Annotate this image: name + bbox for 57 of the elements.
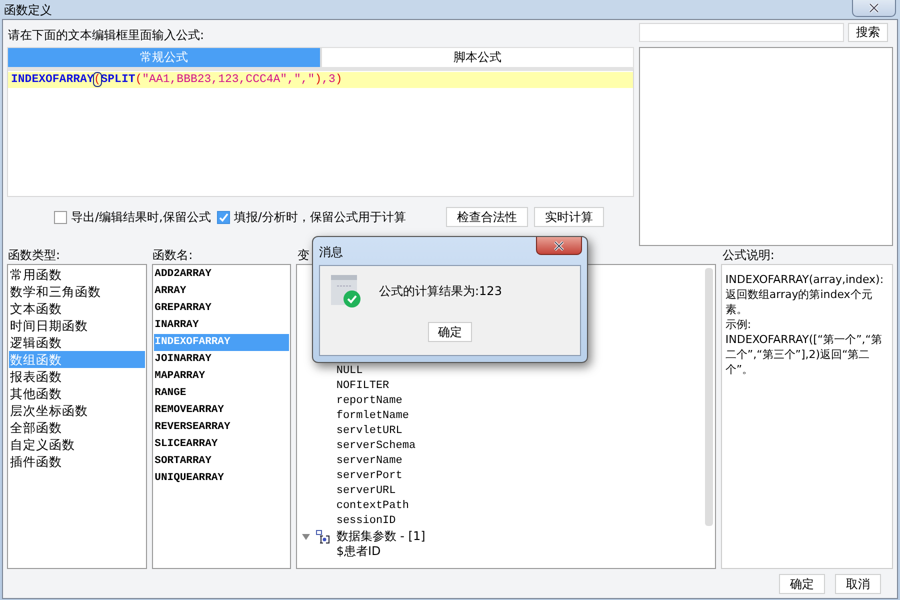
tree-item[interactable]: reportName bbox=[336, 394, 714, 409]
function-type-item[interactable]: 时间日期函数 bbox=[9, 317, 145, 334]
function-type-item[interactable]: 逻辑函数 bbox=[9, 334, 145, 351]
section-label: 变 bbox=[296, 247, 310, 264]
function-type-item[interactable]: 全部函数 bbox=[9, 419, 145, 436]
search-button[interactable]: 搜索 bbox=[848, 23, 888, 42]
tree-group-label[interactable]: 数据集参数 - [1] bbox=[336, 529, 426, 544]
function-name-item[interactable]: REVERSEARRAY bbox=[154, 419, 290, 436]
function-type-item[interactable]: 其他函数 bbox=[9, 385, 145, 402]
section-label: 函数类型: bbox=[7, 247, 60, 264]
tree-item[interactable]: NULL bbox=[336, 364, 714, 379]
ok-button[interactable]: 确定 bbox=[779, 574, 825, 594]
function-name-item[interactable]: MAPARRAY bbox=[154, 368, 290, 385]
description-text: INDEXOFARRAY([“第一个”,“第二个”,“第三个”],2)返回“第二个”。 bbox=[725, 332, 884, 377]
function-type-item[interactable]: 文本函数 bbox=[9, 300, 145, 317]
tree-item[interactable]: serverSchema bbox=[336, 439, 714, 454]
function-name-item[interactable]: REMOVEARRAY bbox=[154, 402, 290, 419]
description-text: INDEXOFARRAY(array,index): bbox=[725, 272, 885, 287]
section-label: 公式说明: bbox=[721, 247, 774, 264]
description-text: 示例: bbox=[725, 317, 752, 332]
function-type-item[interactable]: 数学和三角函数 bbox=[9, 283, 145, 300]
action-button[interactable]: 实时计算 bbox=[534, 207, 604, 227]
dialog-message: 公式的计算结果为:123 bbox=[379, 283, 502, 300]
cancel-button[interactable]: 取消 bbox=[835, 574, 881, 594]
checkbox-label: 填报/分析时，保留公式用于计算 bbox=[234, 208, 406, 226]
tree-item[interactable]: formletName bbox=[336, 409, 714, 424]
tree-item[interactable]: contextPath bbox=[336, 499, 714, 514]
tree-item[interactable]: sessionID bbox=[336, 514, 714, 529]
dialog-ok-button[interactable]: 确定 bbox=[428, 322, 472, 342]
tree-item[interactable]: serverURL bbox=[336, 484, 714, 499]
formula-prompt: 请在下面的文本编辑框里面输入公式: bbox=[7, 27, 206, 43]
formula-tab[interactable]: 脚本公式 bbox=[320, 47, 634, 67]
window-title: 函数定义 bbox=[4, 2, 52, 19]
function-name-item[interactable]: UNIQUEARRAY bbox=[154, 470, 290, 487]
function-name-item[interactable]: RANGE bbox=[154, 385, 290, 402]
checkbox-label: 导出/编辑结果时,保留公式 bbox=[71, 208, 211, 226]
section-label: 函数名: bbox=[152, 247, 193, 264]
function-type-item[interactable]: 报表函数 bbox=[9, 368, 145, 385]
tree-item[interactable]: $患者ID bbox=[336, 544, 714, 559]
function-type-item[interactable]: 常用函数 bbox=[9, 266, 145, 283]
description-text: 返回数组array的第index个元素。 bbox=[725, 287, 874, 317]
tree-item[interactable]: serverPort bbox=[336, 469, 714, 484]
function-name-item[interactable]: SLICEARRAY bbox=[154, 436, 290, 453]
function-type-item[interactable]: 层次坐标函数 bbox=[9, 402, 145, 419]
function-type-item[interactable]: 自定义函数 bbox=[9, 436, 145, 453]
function-type-item[interactable]: 插件函数 bbox=[9, 453, 145, 470]
function-name-item[interactable]: SORTARRAY bbox=[154, 453, 290, 470]
function-name-item[interactable]: INARRAY bbox=[154, 317, 290, 334]
dialog-title: 消息 bbox=[319, 244, 343, 261]
function-name-item[interactable]: JOINARRAY bbox=[154, 351, 290, 368]
tree-item[interactable]: NOFILTER bbox=[336, 379, 714, 394]
action-button[interactable]: 检查合法性 bbox=[446, 207, 528, 227]
function-name-item[interactable]: ADD2ARRAY bbox=[154, 266, 290, 283]
tree-item[interactable]: servletURL bbox=[336, 424, 714, 439]
function-name-item[interactable]: GREPARRAY bbox=[154, 300, 290, 317]
function-name-item[interactable]: ARRAY bbox=[154, 283, 290, 300]
tree-item[interactable]: serverName bbox=[336, 454, 714, 469]
